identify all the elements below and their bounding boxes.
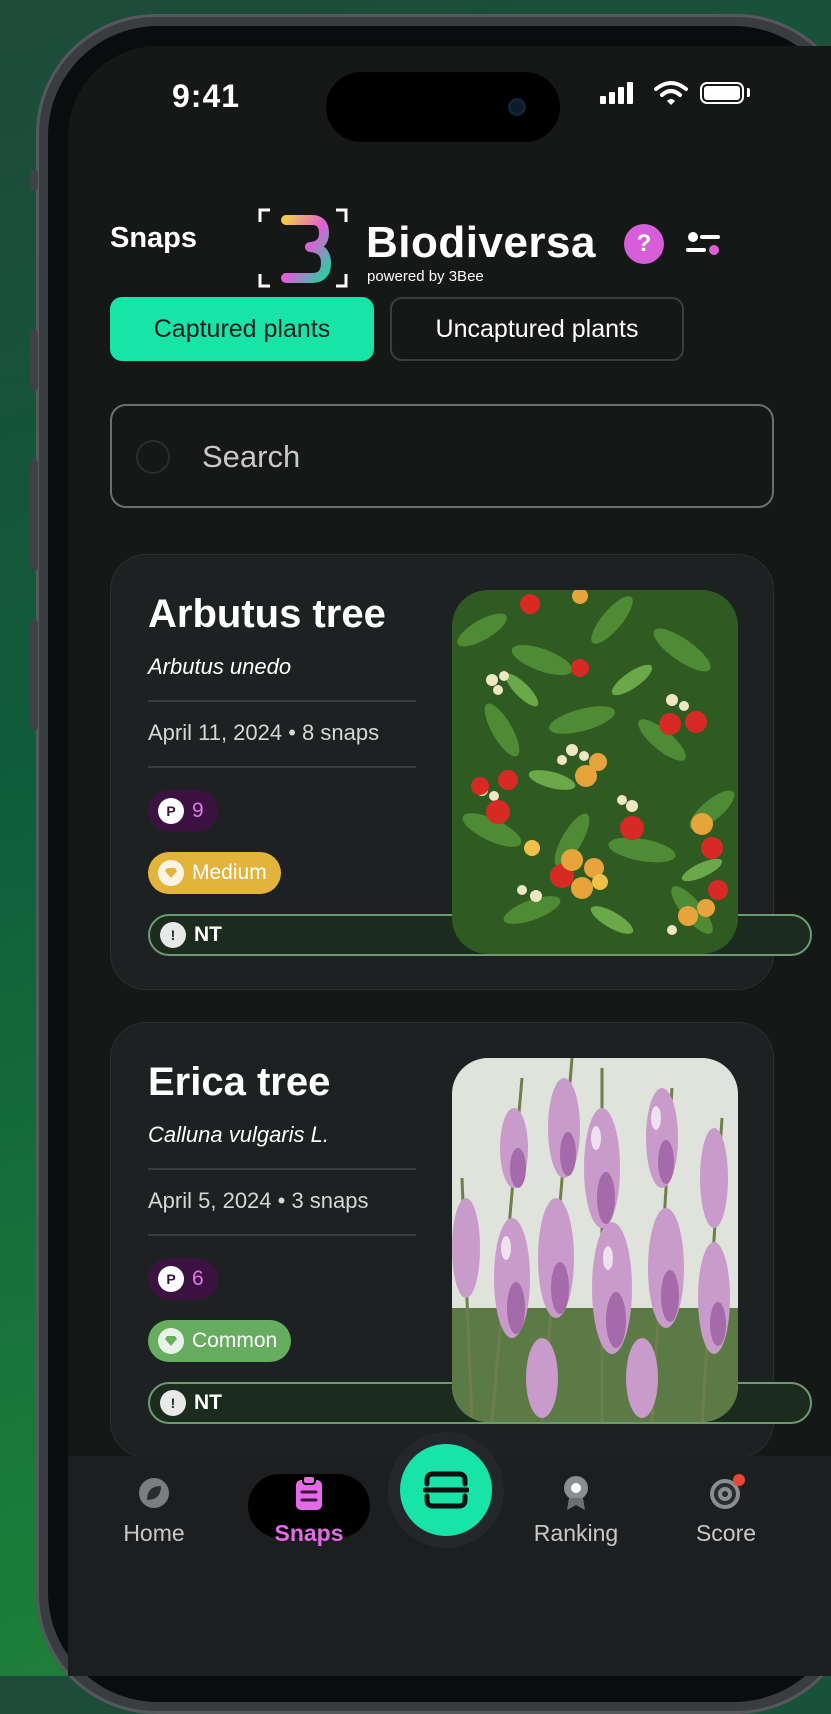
scan-icon	[400, 1444, 492, 1536]
volume-down-button	[30, 460, 38, 570]
wifi-icon	[654, 81, 688, 105]
plant-scientific-name: Calluna vulgaris L.	[148, 1122, 329, 1147]
points-icon: P	[158, 1266, 184, 1292]
gem-icon	[158, 1328, 184, 1354]
plant-name: Arbutus tree	[148, 592, 386, 636]
alert-icon: !	[160, 1390, 186, 1416]
points-badge: P 9	[148, 790, 218, 832]
medal-icon	[557, 1474, 595, 1512]
nav-score-label: Score	[695, 1520, 757, 1546]
rarity-label: Common	[192, 1329, 278, 1352]
divider	[148, 700, 416, 702]
points-value: 6	[192, 1267, 204, 1290]
app-header: Snaps Biodiversa powered by 3Bee ?	[68, 146, 831, 296]
camera-icon	[508, 98, 526, 116]
points-badge: P 6	[148, 1258, 218, 1300]
alert-icon: !	[160, 922, 186, 948]
clipboard-icon	[290, 1474, 328, 1512]
plant-name: Erica tree	[148, 1060, 331, 1104]
bottom-nav: Home Snaps Ranking Score	[68, 1432, 831, 1676]
battery-tip	[747, 88, 750, 97]
plant-meta: April 11, 2024 • 8 snaps	[148, 720, 380, 745]
plant-photo-arbutus	[452, 590, 738, 954]
rarity-label: Medium	[192, 861, 267, 884]
conservation-label: NT	[194, 1391, 222, 1414]
nav-home-label: Home	[123, 1520, 185, 1546]
status-time: 9:41	[172, 78, 241, 114]
plant-card-erica[interactable]: Erica tree Calluna vulgaris L. April 5, …	[110, 1022, 812, 1458]
search-icon	[136, 440, 170, 474]
brand-subtitle: powered by 3Bee	[367, 268, 484, 285]
nav-snaps-label: Snaps	[274, 1520, 344, 1546]
points-icon: P	[158, 798, 184, 824]
rarity-badge: Medium	[148, 852, 281, 894]
nav-ranking[interactable]: Ranking	[516, 1474, 636, 1547]
divider	[148, 766, 416, 768]
battery-icon	[700, 82, 744, 104]
plant-photo-erica	[452, 1058, 738, 1422]
points-value: 9	[192, 799, 204, 822]
page-title: Snaps	[110, 222, 198, 254]
plant-meta: April 5, 2024 • 3 snaps	[148, 1188, 369, 1213]
search-input[interactable]	[200, 426, 744, 488]
tab-uncaptured-plants[interactable]: Uncaptured plants	[390, 297, 684, 361]
conservation-label: NT	[194, 923, 222, 946]
help-button[interactable]: ?	[624, 224, 664, 264]
leaf-icon	[135, 1474, 173, 1512]
filter-icon[interactable]	[684, 226, 724, 262]
app-screen: 9:41 Snaps Biodiversa powered by 3Bee ? …	[68, 46, 831, 1676]
plant-card-arbutus[interactable]: Arbutus tree Arbutus unedo April 11, 202…	[110, 554, 812, 990]
score-icon	[707, 1474, 745, 1512]
scan-button[interactable]	[388, 1432, 504, 1548]
mute-button	[30, 620, 38, 730]
divider	[148, 1168, 416, 1170]
nav-score[interactable]: Score	[666, 1474, 786, 1547]
plant-scientific-name: Arbutus unedo	[148, 654, 292, 679]
dynamic-island	[326, 72, 560, 142]
signal-icon	[600, 82, 633, 104]
biodiversa-logo-icon	[258, 208, 348, 288]
brand-name: Biodiversa	[366, 218, 596, 267]
side-button	[30, 170, 38, 190]
plant-tabs: Captured plants Uncaptured plants	[110, 297, 684, 361]
gem-icon	[158, 860, 184, 886]
tab-captured-plants[interactable]: Captured plants	[110, 297, 374, 361]
status-bar: 9:41	[68, 46, 831, 146]
nav-snaps[interactable]: Snaps	[249, 1474, 369, 1547]
volume-up-button	[30, 330, 38, 390]
nav-ranking-label: Ranking	[533, 1520, 619, 1546]
search-box	[110, 404, 774, 508]
rarity-badge: Common	[148, 1320, 292, 1362]
nav-home[interactable]: Home	[94, 1474, 214, 1547]
divider	[148, 1234, 416, 1236]
